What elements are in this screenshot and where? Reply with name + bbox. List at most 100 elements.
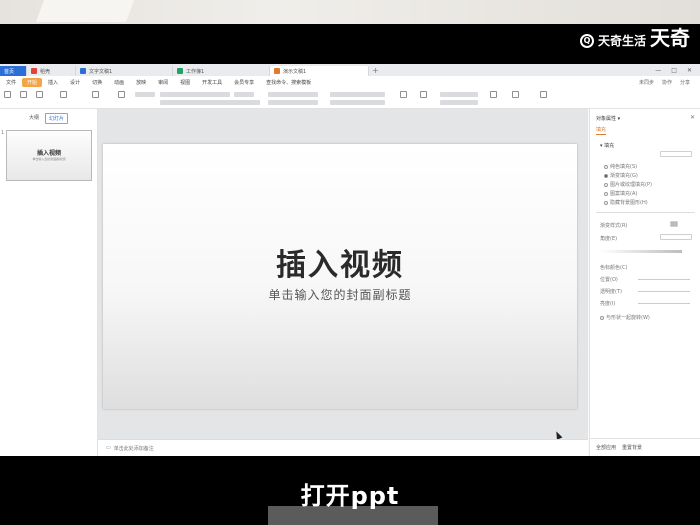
font-size-select[interactable] [234, 92, 254, 97]
tab-label: 文字文稿1 [89, 68, 113, 75]
watermark-brand: 天奇生活 [597, 34, 646, 48]
properties-panel: 对象属性 ▾ ✕ 填充 ▾ 填充 纯色填充(S) 渐变填充(G) 图片或纹理填充… [589, 109, 700, 456]
presentation-tool-icon[interactable] [490, 91, 497, 98]
play-icon[interactable] [60, 91, 67, 98]
radio-icon [604, 182, 608, 187]
tab-document[interactable]: 文字文稿1 [76, 66, 173, 76]
tab-fill[interactable]: 填充 [596, 126, 607, 135]
tab-outline[interactable]: 大纲 [26, 113, 42, 124]
fill-option-hide-bg[interactable]: 隐藏背景图形(H) [604, 199, 648, 206]
angle-input[interactable] [660, 234, 692, 240]
brightness-label: 亮度(I) [600, 301, 616, 307]
watermark-logo-icon: Q [579, 33, 594, 48]
fill-row[interactable] [440, 100, 478, 105]
command-search[interactable]: 查找命令、搜索模板 [260, 79, 317, 86]
tab-docer[interactable]: 稻壳 [27, 66, 76, 76]
slide-subtitle[interactable]: 单击输入您的封面副标题 [103, 286, 577, 303]
checkbox-icon [604, 200, 608, 205]
option-label: 渐变填充(G) [610, 173, 638, 179]
option-label: 图案填充(A) [610, 191, 638, 197]
menu-home[interactable]: 开始 [22, 77, 43, 87]
tab-slides[interactable]: 幻灯片 [45, 113, 69, 124]
notes-icon: ▭ [106, 445, 111, 451]
text-direction-row[interactable] [330, 92, 385, 97]
font-select[interactable] [160, 92, 230, 97]
monitor-screen: 首页 稻壳 文字文稿1 工作簿1 演示文稿1 + — □ ✕ 文件 开始 插入 … [0, 64, 700, 456]
gradient-style-picker[interactable] [670, 221, 678, 227]
format-painter-icon[interactable] [36, 91, 43, 98]
shape-icon[interactable] [420, 91, 427, 98]
font-style-row[interactable] [160, 100, 260, 105]
option-label: 纯色填充(S) [610, 164, 638, 170]
paragraph-row[interactable] [268, 92, 318, 97]
position-slider[interactable] [638, 279, 690, 280]
find-icon[interactable] [512, 91, 519, 98]
share-button[interactable]: 分享 [680, 79, 690, 86]
menu-file[interactable]: 文件 [0, 79, 22, 86]
paste-icon[interactable] [4, 91, 11, 98]
slide-thumbnail[interactable]: 插入视频 单击输入您的封面副标题 [6, 130, 92, 181]
thumbnail-subtitle: 单击输入您的封面副标题 [32, 157, 66, 161]
maximize-button[interactable]: □ [671, 67, 677, 74]
fill-option-gradient[interactable]: 渐变填充(G) [604, 172, 638, 179]
cut-icon[interactable] [20, 91, 27, 98]
menu-slideshow[interactable]: 放映 [130, 79, 152, 86]
select-icon[interactable] [540, 91, 547, 98]
checkbox-icon [600, 315, 604, 320]
menu-insert[interactable]: 插入 [42, 79, 64, 86]
fill-option-picture[interactable]: 图片或纹理填充(P) [604, 181, 652, 188]
fill-option-pattern[interactable]: 图案填充(A) [604, 190, 637, 197]
notes-area[interactable]: ▭ 单击此处添加备注 [98, 439, 588, 456]
slide-title[interactable]: 插入视频 [103, 240, 577, 284]
textbox-icon[interactable] [400, 91, 407, 98]
align-row[interactable] [268, 100, 318, 105]
reset-background-button[interactable]: 重置背景 [622, 444, 642, 451]
apply-all-button[interactable]: 全部应用 [596, 444, 616, 451]
menu-transition[interactable]: 切换 [86, 79, 108, 86]
transparency-slider[interactable] [638, 291, 690, 292]
radio-icon [604, 164, 608, 169]
sync-status[interactable]: 未同步 [639, 79, 654, 86]
layout-icon[interactable] [118, 91, 125, 98]
transparency-label: 透明度(T) [600, 289, 622, 295]
tab-home[interactable]: 首页 [0, 66, 27, 76]
rotate-with-shape-option[interactable]: 与形状一起旋转(W) [600, 314, 650, 321]
menu-review[interactable]: 审阅 [152, 79, 174, 86]
menu-member[interactable]: 会员专享 [228, 79, 260, 86]
menu-developer[interactable]: 开发工具 [196, 79, 228, 86]
menu-animation[interactable]: 动画 [108, 79, 130, 86]
radio-selected-icon [604, 173, 608, 178]
tab-label: 稻壳 [40, 68, 51, 75]
tab-workbook[interactable]: 工作簿1 [173, 66, 270, 76]
tab-presentation[interactable]: 演示文稿1 [270, 66, 369, 76]
slide-editor[interactable]: 插入视频 单击输入您的封面副标题 [103, 144, 577, 409]
new-slide-icon[interactable] [92, 91, 99, 98]
fill-preset-select[interactable] [660, 151, 692, 157]
tab-label: 演示文稿1 [283, 68, 307, 75]
collab-button[interactable]: 协作 [662, 79, 672, 86]
slide-panel: 大纲 幻灯片 1 插入视频 单击输入您的封面副标题 + [0, 109, 98, 456]
position-label: 位置(O) [600, 277, 618, 283]
new-tab-button[interactable]: + [372, 66, 379, 75]
gradient-style-label: 渐变样式(R) [600, 223, 628, 229]
minimize-button[interactable]: — [655, 67, 661, 74]
reset-button[interactable] [135, 92, 155, 97]
menu-design[interactable]: 设计 [64, 79, 86, 86]
brightness-slider[interactable] [638, 303, 690, 304]
close-button[interactable]: ✕ [687, 67, 692, 74]
convert-smartart-row[interactable] [330, 100, 385, 105]
fill-section-header[interactable]: ▾ 填充 [600, 142, 614, 149]
menu-bar: 文件 开始 插入 设计 切换 动画 放映 审阅 视图 开发工具 会员专享 查找命… [0, 76, 700, 88]
arrange-row[interactable] [440, 92, 478, 97]
panel-close-icon[interactable]: ✕ [690, 114, 695, 121]
color-stop-label: 色标颜色(C) [600, 265, 628, 271]
slide-number: 1 [1, 130, 5, 136]
gradient-slider[interactable] [600, 250, 682, 253]
menu-view[interactable]: 视图 [174, 79, 196, 86]
notes-placeholder: 单击此处添加备注 [113, 445, 154, 452]
fill-option-solid[interactable]: 纯色填充(S) [604, 163, 637, 170]
menu-right: 未同步 协作 分享 [639, 79, 700, 86]
radio-icon [604, 191, 608, 196]
docer-icon [31, 68, 37, 74]
divider [596, 212, 695, 213]
